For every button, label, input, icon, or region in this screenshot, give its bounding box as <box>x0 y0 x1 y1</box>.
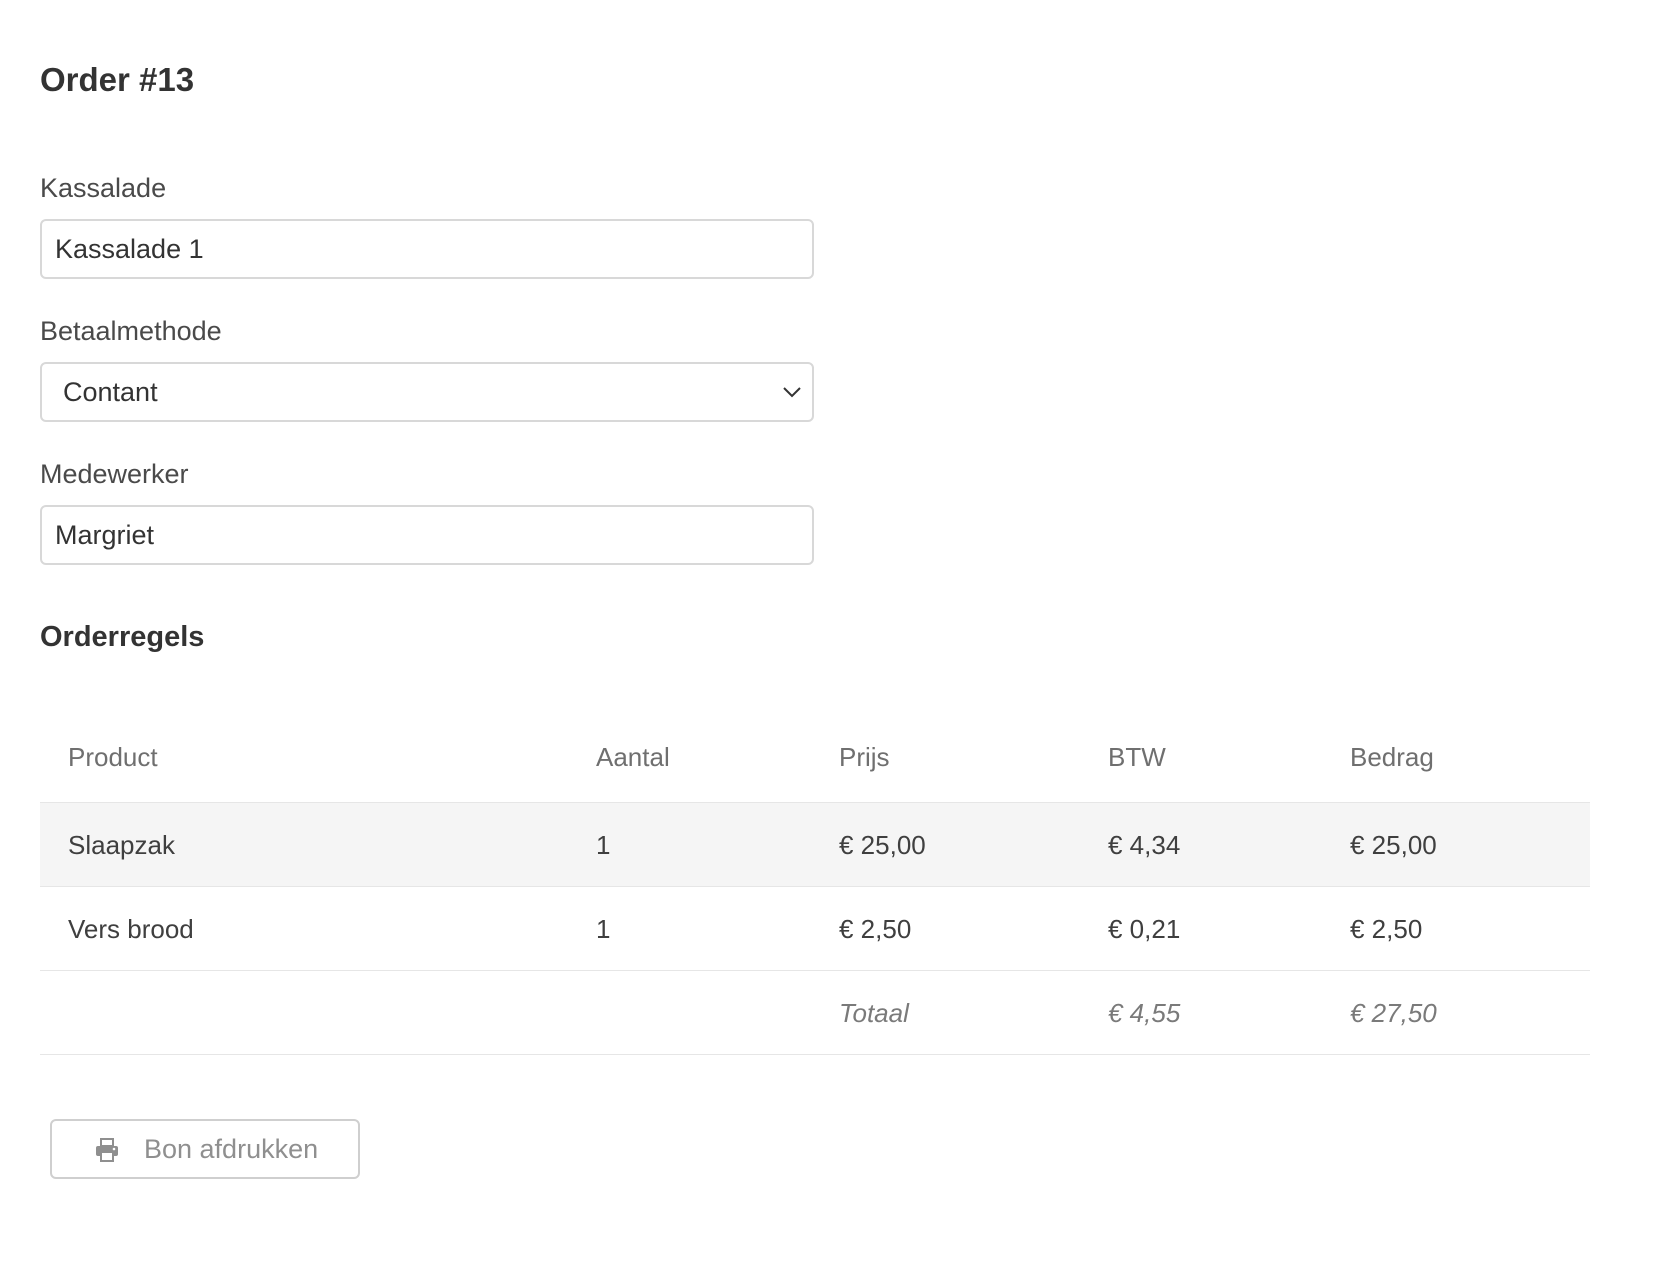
quantity-cell: 1 <box>596 914 611 944</box>
orderlines-table: Product Aantal Prijs BTW Bedrag Slaapzak… <box>40 719 1590 1055</box>
register-label: Kassalade <box>40 173 167 203</box>
column-header-product: Product <box>68 742 158 772</box>
payment-method-select[interactable]: Contant <box>40 362 814 422</box>
column-header-price: Prijs <box>839 742 890 772</box>
page-title: Order #13 <box>40 61 195 98</box>
quantity-cell: 1 <box>596 830 611 860</box>
register-input[interactable] <box>40 219 814 279</box>
product-cell: Slaapzak <box>68 830 175 860</box>
payment-method-value: Contant <box>63 377 158 407</box>
amount-cell: € 25,00 <box>1350 830 1437 860</box>
amount-cell: € 2,50 <box>1350 914 1423 944</box>
employee-label: Medewerker <box>40 459 189 489</box>
column-header-amount: Bedrag <box>1350 742 1434 772</box>
table-header-row: Product Aantal Prijs BTW Bedrag <box>40 719 1590 803</box>
employee-input[interactable] <box>40 505 814 565</box>
print-receipt-button[interactable]: Bon afdrukken <box>50 1119 360 1179</box>
table-row: Slaapzak 1 € 25,00 € 4,34 € 25,00 <box>40 803 1590 887</box>
vat-cell: € 4,34 <box>1108 830 1181 860</box>
print-receipt-label: Bon afdrukken <box>144 1134 319 1164</box>
orderlines-title: Orderregels <box>40 621 205 653</box>
price-cell: € 25,00 <box>839 830 926 860</box>
payment-method-label: Betaalmethode <box>40 316 222 346</box>
price-cell: € 2,50 <box>839 914 912 944</box>
chevron-down-icon <box>783 387 801 398</box>
column-header-quantity: Aantal <box>596 742 670 772</box>
total-amount: € 27,50 <box>1350 998 1437 1028</box>
product-cell: Vers brood <box>68 914 194 944</box>
column-header-vat: BTW <box>1108 742 1166 772</box>
printer-icon <box>96 1138 118 1162</box>
table-row: Vers brood 1 € 2,50 € 0,21 € 2,50 <box>40 887 1590 971</box>
total-vat: € 4,55 <box>1108 998 1181 1028</box>
vat-cell: € 0,21 <box>1108 914 1181 944</box>
table-total-row: Totaal € 4,55 € 27,50 <box>40 971 1590 1055</box>
total-label: Totaal <box>839 998 909 1028</box>
